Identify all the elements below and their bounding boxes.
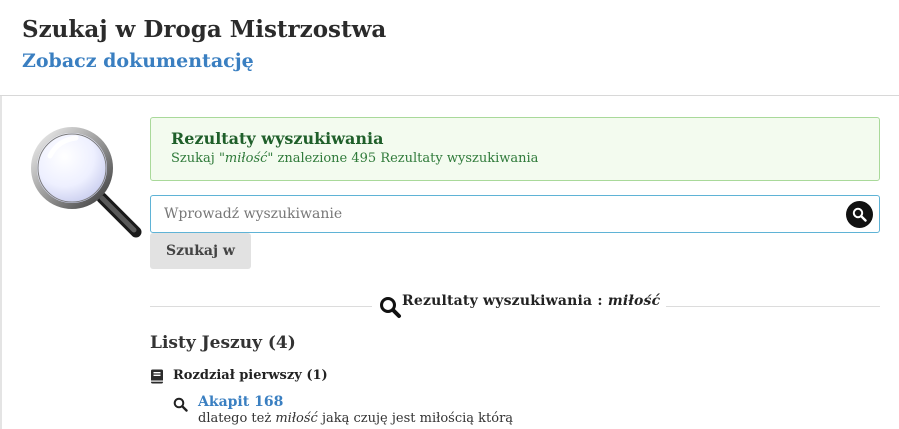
search-results-alert: Rezultaty wyszukiwania Szukaj "miłość" z… xyxy=(150,117,880,181)
page-header: Szukaj w Droga Mistrzostwa Zobacz dokume… xyxy=(0,0,899,96)
snippet-after: jaką czuję jest miłością którą xyxy=(321,411,514,426)
search-button[interactable] xyxy=(846,201,873,228)
alert-prefix: Szukaj xyxy=(171,151,215,166)
search-icon xyxy=(380,297,401,318)
page-title: Szukaj w Droga Mistrzostwa xyxy=(22,16,387,43)
magnifying-glass-icon xyxy=(31,127,142,238)
book-icon xyxy=(151,369,163,384)
results-heading: Rezultaty wyszukiwania : miłość xyxy=(372,290,667,320)
result-link[interactable]: Akapit 168 xyxy=(198,394,283,410)
result-snippet: dlatego też miłość jaką czuję jest miłoś… xyxy=(198,411,513,426)
alert-suffix: znalezione 495 Rezultaty wyszukiwania xyxy=(277,151,539,166)
results-heading-label: Rezultaty wyszukiwania : xyxy=(402,293,603,309)
search-icon xyxy=(852,207,867,222)
results-heading-query: miłość xyxy=(607,293,661,309)
alert-query: "miłość" xyxy=(218,151,274,166)
snippet-match: miłość xyxy=(275,411,318,426)
result-group-title: Listy Jeszuy (4) xyxy=(150,333,296,353)
search-icon xyxy=(173,397,188,412)
content-left-border xyxy=(0,96,2,429)
results-heading-text: Rezultaty wyszukiwania : miłość xyxy=(402,290,660,312)
result-item: Akapit 168 dlatego też miłość jaką czuję… xyxy=(173,394,873,429)
documentation-link[interactable]: Zobacz dokumentację xyxy=(22,50,254,72)
chapter-title: Rozdział pierwszy (1) xyxy=(173,368,328,383)
snippet-before: dlatego też xyxy=(198,411,272,426)
search-input[interactable] xyxy=(151,196,841,232)
alert-message: Szukaj "miłość" znalezione 495 Rezultaty… xyxy=(171,151,538,166)
search-submit-button[interactable]: Szukaj w xyxy=(150,233,251,269)
alert-title: Rezultaty wyszukiwania xyxy=(171,129,384,148)
search-box xyxy=(150,195,880,233)
